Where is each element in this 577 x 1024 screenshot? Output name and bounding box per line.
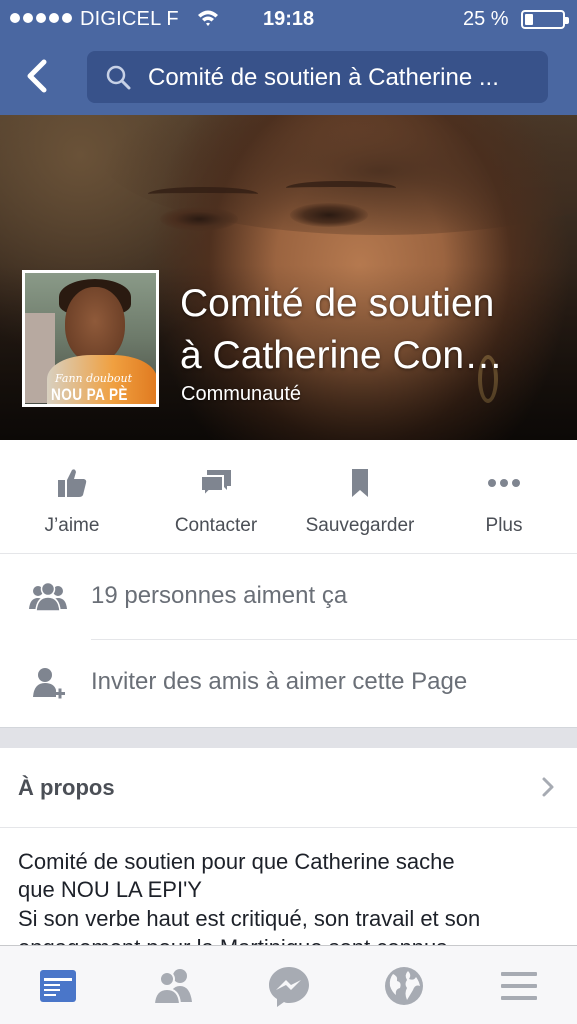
menu-icon [501,972,537,1000]
friends-icon [152,969,192,1005]
clock: 19:18 [263,8,315,30]
page-title-line-2: à Catherine Con… [180,334,504,377]
like-label: J’aime [44,515,100,536]
signal-strength-icon [10,13,72,23]
about-line-1: Comité de soutien pour que Catherine sac… [18,849,455,874]
like-button[interactable]: J’aime [0,440,144,554]
page-category: Communauté [181,383,302,405]
message-icon [200,470,231,499]
action-bar: J’aime Contacter Sauvegarder Plus [0,440,577,554]
more-label: Plus [485,515,523,536]
tab-friends[interactable] [149,962,197,1010]
about-line-4: engagement pour la Martinique sont connu… [18,935,447,945]
add-friend-icon [33,668,65,699]
battery-percent: 25 % [463,8,509,30]
about-line-2: que NOU LA EPI'Y [18,877,202,902]
status-bar: DIGICEL F 19:18 25 % [0,0,577,38]
save-label: Sauvegarder [305,515,415,536]
more-button[interactable]: Plus [432,440,576,554]
bookmark-icon [352,469,368,497]
about-line-3: Si son verbe haut est critiqué, son trav… [18,906,481,931]
about-section-header[interactable]: À propos [0,748,577,828]
battery-icon [521,10,569,29]
more-icon [488,479,520,487]
bottom-tab-bar [0,945,577,1024]
profile-picture[interactable]: Fann doubout NOU PA PÈ [22,270,159,407]
invite-friends-text: Inviter des amis à aimer cette Page [91,668,468,695]
search-icon [106,65,131,90]
contact-button[interactable]: Contacter [144,440,288,554]
about-description: Comité de soutien pour que Catherine sac… [0,829,577,945]
avatar-logo-text: NOU PA PÈ [51,385,128,404]
news-feed-icon [40,970,76,1002]
tab-news-feed[interactable] [34,962,82,1010]
top-bar: DIGICEL F 19:18 25 % Comité de soutien à… [0,0,577,115]
people-icon [29,581,67,612]
chevron-right-icon [542,777,554,797]
thumbs-up-icon [58,469,87,497]
search-text: Comité de soutien à Catherine ... [148,64,499,91]
search-input[interactable]: Comité de soutien à Catherine ... [87,51,548,103]
about-title: À propos [18,775,115,800]
chevron-left-icon[interactable] [20,56,56,96]
invite-friends-row[interactable]: Inviter des amis à aimer cette Page [0,640,577,726]
contact-label: Contacter [174,515,258,536]
messenger-icon [269,967,309,1007]
tab-messenger[interactable] [265,962,313,1010]
globe-icon [385,967,423,1005]
page-title-line-1: Comité de soutien [180,282,495,325]
tab-menu[interactable] [495,962,543,1010]
tab-notifications[interactable] [380,962,428,1010]
section-divider [0,727,577,748]
avatar-logo-script: Fann doubout [55,372,133,385]
save-button[interactable]: Sauvegarder [288,440,432,554]
carrier-name: DIGICEL F [80,8,179,30]
page-title: Comité de soutien à Catherine Con… [180,278,550,382]
likes-count-text: 19 personnes aiment ça [91,582,348,609]
likes-row[interactable]: 19 personnes aiment ça [0,554,577,640]
wifi-icon [198,10,218,26]
